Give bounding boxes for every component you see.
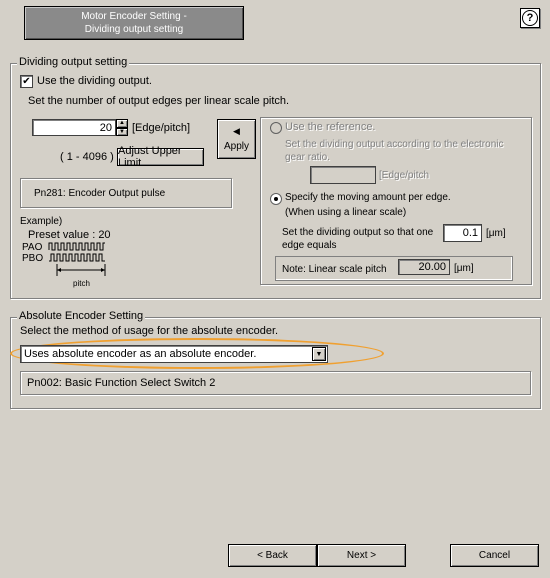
cancel-button[interactable]: Cancel (450, 544, 539, 567)
pbo-label: PBO (22, 253, 44, 264)
use-dividing-label: Use the dividing output. (37, 75, 152, 87)
spin-down-icon[interactable]: ▼ (116, 127, 128, 136)
title-line-1: Motor Encoder Setting - (81, 11, 187, 22)
pitch-label: pitch (73, 279, 90, 288)
reference-edges-input[interactable] (310, 166, 376, 184)
scale-pitch-value: 20.00 (398, 259, 450, 275)
example-label: Example) (20, 216, 63, 227)
moving-amount-input[interactable]: 0.1 (443, 224, 482, 242)
amount-description: Set the dividing output so that one edge… (282, 227, 434, 251)
page-title: Motor Encoder Setting - Dividing output … (24, 6, 244, 40)
help-icon: ? (522, 10, 538, 26)
use-reference-label: Use the reference. (285, 121, 376, 133)
edges-input[interactable]: 20 (32, 119, 116, 136)
apply-label: Apply (223, 141, 249, 152)
scale-pitch-label: Note: Linear scale pitch (282, 264, 387, 275)
apply-button[interactable]: ◀ Apply (217, 119, 256, 159)
reference-description: Set the dividing output according to the… (285, 139, 504, 163)
arrow-left-icon: ◀ (233, 126, 240, 136)
scale-pitch-unit: [μm] (454, 263, 474, 274)
absolute-encoder-select-value: Uses absolute encoder as an absolute enc… (24, 348, 257, 360)
moving-amount-unit: [μm] (486, 228, 506, 239)
reference-edges-unit: [Edge/pitch (379, 170, 430, 181)
dividing-output-group-label: Dividing output setting (17, 56, 130, 68)
dividing-instruction: Set the number of output edges per linea… (28, 95, 290, 107)
encoder-output-param-text: Pn281: Encoder Output pulse (34, 187, 166, 199)
absolute-encoder-select[interactable]: Uses absolute encoder as an absolute enc… (20, 345, 328, 363)
spin-up-icon[interactable]: ▲ (116, 119, 128, 128)
absolute-encoder-group-label: Absolute Encoder Setting (17, 310, 146, 322)
back-button[interactable]: < Back (228, 544, 317, 567)
specify-amount-label: Specify the moving amount per edge. (285, 192, 451, 203)
window: { "header": {"title_line1": "Motor Encod… (0, 0, 550, 578)
specify-amount-radio[interactable] (270, 193, 282, 205)
pao-label: PAO (22, 242, 43, 253)
use-reference-radio[interactable] (270, 122, 282, 134)
basic-function-param-text: Pn002: Basic Function Select Switch 2 (27, 377, 216, 389)
chevron-down-icon[interactable]: ▼ (312, 347, 326, 361)
edges-spinner[interactable]: ▲ ▼ (116, 119, 128, 136)
edges-range: ( 1 - 4096 ) (60, 151, 114, 163)
encoder-output-param-box: Pn281: Encoder Output pulse (20, 178, 232, 208)
specify-amount-sub: (When using a linear scale) (285, 207, 407, 218)
basic-function-param-box: Pn002: Basic Function Select Switch 2 (20, 371, 531, 395)
use-dividing-checkbox[interactable]: ✔ (20, 75, 33, 88)
help-button[interactable]: ? (520, 8, 540, 28)
absolute-encoder-instruction: Select the method of usage for the absol… (20, 325, 279, 337)
title-line-2: Dividing output setting (84, 24, 184, 35)
edges-unit: [Edge/pitch] (132, 122, 191, 134)
adjust-upper-limit-button[interactable]: Adjust Upper Limit (117, 145, 204, 169)
next-button[interactable]: Next > (317, 544, 406, 567)
